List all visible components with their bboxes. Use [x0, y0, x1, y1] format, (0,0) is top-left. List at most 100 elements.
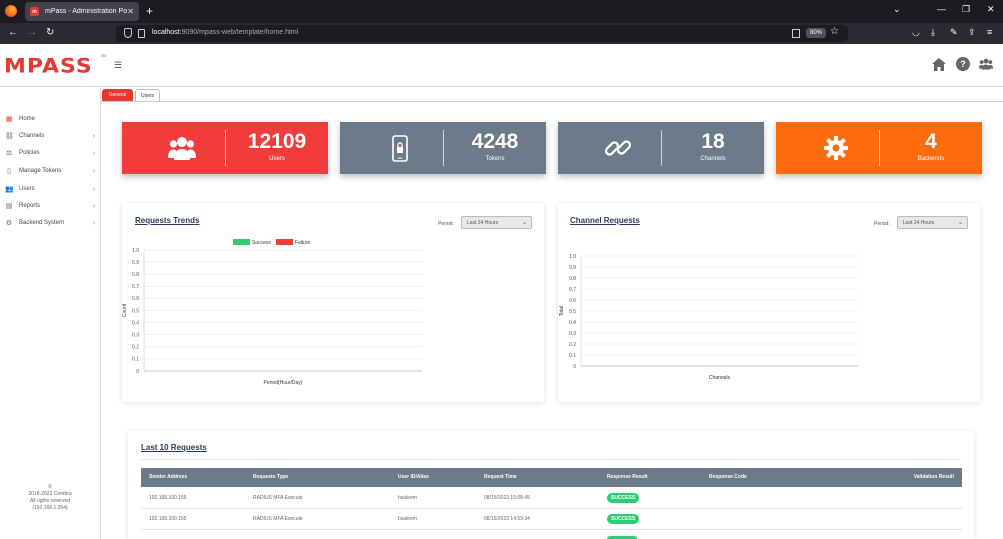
url-host: localhost: — [152, 29, 182, 36]
reader-view-icon[interactable] — [792, 29, 800, 38]
y-tick-label: 0 — [136, 369, 139, 375]
maximize-icon[interactable]: ❐ — [962, 4, 970, 15]
title-separator — [141, 459, 961, 460]
url-text[interactable]: localhost:9090/mpass-web/template/home.h… — [152, 29, 298, 36]
status-badge: SUCCESS — [607, 493, 640, 503]
table-row[interactable] — [141, 530, 962, 539]
users-group-icon[interactable] — [979, 57, 993, 71]
sidebar-item-users[interactable]: 👥 Users › — [0, 181, 100, 197]
card-channels[interactable]: 18 Channels — [558, 122, 764, 174]
column-header[interactable]: Requests Type — [253, 474, 288, 480]
close-window-icon[interactable]: ✕ — [987, 4, 995, 15]
app-header: MPASS TM ☰ ? — [0, 44, 1003, 87]
column-header[interactable]: Sender Address — [149, 474, 187, 480]
gear-icon: ⚙ — [5, 220, 13, 227]
copyright-symbol: © — [48, 484, 52, 490]
users-icon: 👥 — [5, 186, 14, 193]
status-badge: SUCCESS — [607, 514, 640, 524]
requests-trends-panel: Requests Trends Period: Last 24 Hours ⌄ … — [122, 203, 544, 402]
close-tab-icon[interactable]: ✕ — [127, 7, 134, 16]
cell-sender: 192.168.100.155 — [149, 516, 187, 522]
reload-icon[interactable]: ↻ — [46, 27, 54, 38]
chevron-right-icon: › — [92, 149, 95, 157]
table-row[interactable]: 192.168.100.155 RADIUS MFA Execute bsale… — [141, 509, 962, 530]
firefox-logo-icon[interactable] — [5, 5, 17, 17]
gear-icon — [822, 134, 850, 162]
link-icon: ⛓ — [5, 133, 14, 140]
y-tick-label: 0.7 — [569, 287, 576, 293]
sidebar: ▦ Home ⛓ Channels › ⚖ Policies › ▯ Manag… — [0, 88, 101, 539]
tab-general[interactable]: General — [102, 89, 133, 101]
bookmark-star-icon[interactable]: ☆ — [830, 26, 839, 37]
channel-requests-chart: 1.0 0.9 0.8 0.7 0.6 0.5 0.4 0.3 0.2 0.1 0 Channels T… — [559, 254, 858, 381]
back-icon[interactable]: ← — [8, 27, 18, 38]
channel-requests-panel: Channel Requests Period: Last 24 Hours ⌄… — [558, 203, 980, 402]
y-tick-label: 0.8 — [132, 272, 139, 278]
sidebar-item-channels[interactable]: ⛓ Channels › — [0, 128, 100, 144]
x-axis-label: Channels — [709, 375, 731, 381]
sidebar-item-manage-tokens[interactable]: ▯ Manage Tokens › — [0, 163, 100, 179]
page-info-icon[interactable] — [138, 29, 145, 38]
sidebar-item-backend-system[interactable]: ⚙ Backend System › — [0, 215, 100, 231]
channel-requests-period-select[interactable]: Last 24 Hours ⌄ — [897, 216, 968, 229]
new-tab-icon[interactable]: + — [146, 4, 153, 18]
mpass-logo[interactable]: MPASS — [4, 55, 93, 78]
y-tick-label: 0.4 — [569, 320, 576, 326]
card-backends[interactable]: 4 Backends — [776, 122, 982, 174]
extensions-icon[interactable]: ✎ — [950, 27, 958, 38]
chevron-right-icon: › — [92, 202, 95, 210]
period-select-value: Last 24 Hours — [467, 220, 499, 226]
minimize-icon[interactable]: — — [937, 4, 946, 14]
browser-nav-bar: ← → ↻ localhost:9090/mpass-web/template/… — [0, 23, 1003, 44]
y-tick-label: 0.6 — [132, 296, 139, 302]
document-icon: ▤ — [5, 203, 13, 210]
tab-list-chevron-icon[interactable]: ⌄ — [893, 4, 901, 15]
sidebar-item-policies[interactable]: ⚖ Policies › — [0, 145, 100, 161]
url-bar[interactable]: localhost:9090/mpass-web/template/home.h… — [116, 25, 848, 42]
tab-users[interactable]: Users — [135, 89, 160, 101]
help-icon[interactable]: ? — [956, 57, 970, 71]
forward-icon[interactable]: → — [27, 27, 37, 38]
card-users[interactable]: 12109 Users — [122, 122, 328, 174]
column-header[interactable]: Request Time — [484, 474, 517, 480]
gavel-icon: ⚖ — [5, 150, 13, 157]
requests-trends-period-select[interactable]: Last 24 Hours ⌄ — [461, 216, 532, 229]
sidebar-item-label: Backend System — [19, 220, 65, 226]
sidebar-item-home[interactable]: ▦ Home — [0, 111, 100, 127]
card-label: Backends — [917, 156, 945, 162]
share-icon[interactable]: ⇪ — [968, 27, 976, 38]
y-tick-label: 1.0 — [569, 254, 576, 260]
y-tick-label: 0.1 — [569, 353, 576, 359]
y-tick-label: 0.8 — [569, 276, 576, 282]
legend-label: Failure — [295, 240, 311, 246]
tracking-shield-icon[interactable] — [124, 28, 132, 38]
period-label: Period: — [874, 221, 890, 227]
hamburger-menu-icon[interactable]: ☰ — [114, 60, 122, 71]
card-tokens[interactable]: 4248 Tokens — [340, 122, 546, 174]
cell-user: bsaleem — [398, 495, 417, 501]
chevron-right-icon: › — [92, 167, 95, 175]
card-label: Tokens — [485, 156, 505, 162]
zoom-level-badge[interactable]: 80% — [806, 28, 827, 38]
column-header[interactable]: Validation Result — [914, 474, 954, 480]
sidebar-item-reports[interactable]: ▤ Reports › — [0, 198, 100, 214]
channel-requests-title: Channel Requests — [570, 216, 640, 225]
column-header[interactable]: Response Result — [607, 474, 648, 480]
browser-tab[interactable]: m mPass - Administration Portal ✕ — [25, 2, 139, 21]
home-icon[interactable] — [932, 57, 946, 71]
table-row[interactable]: 192.168.100.155 RADIUS MFA Execute bsale… — [141, 488, 962, 509]
pocket-icon[interactable]: ◡ — [912, 27, 920, 38]
menu-icon[interactable]: ≡ — [987, 27, 992, 37]
card-value: 18 — [701, 130, 725, 153]
sidebar-item-label: Policies — [19, 150, 40, 156]
url-path: 9090/mpass-web/template/home.html — [181, 29, 299, 36]
downloads-icon[interactable]: ⤓ — [931, 27, 935, 38]
column-header[interactable]: User ID/Alias — [398, 474, 429, 480]
link-icon — [604, 134, 632, 162]
sidebar-item-label: Home — [19, 116, 36, 122]
y-tick-label: 0.5 — [569, 309, 576, 315]
cell-user: bsaleem — [398, 516, 417, 522]
chevron-right-icon: › — [92, 132, 95, 140]
column-header[interactable]: Response Code — [709, 474, 747, 480]
y-tick-label: 0.9 — [569, 265, 576, 271]
